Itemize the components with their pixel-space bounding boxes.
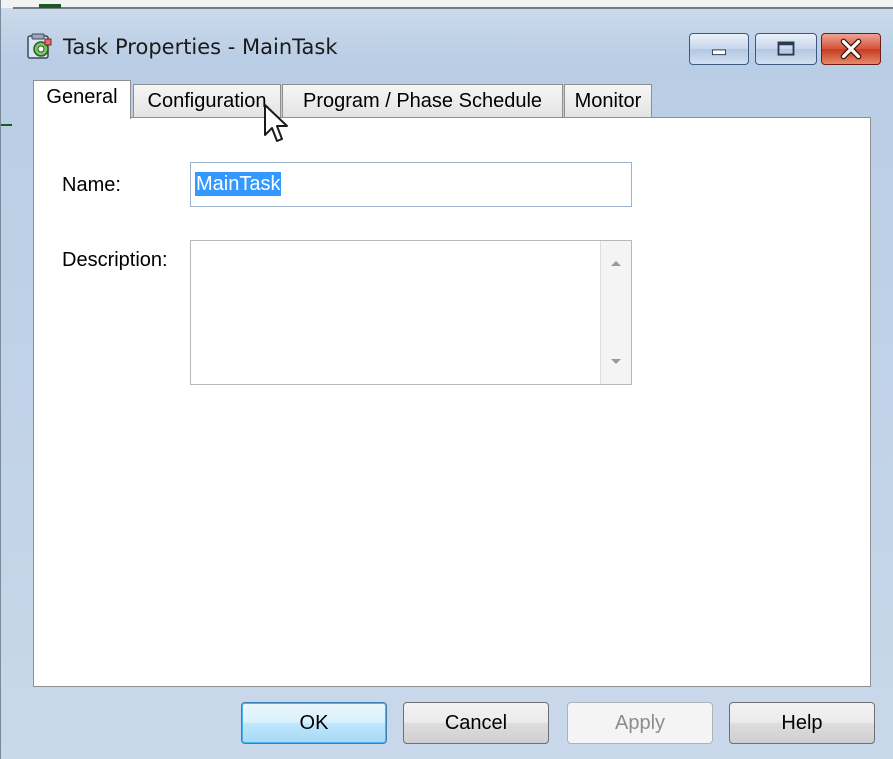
- help-button[interactable]: Help: [729, 702, 875, 744]
- ok-button[interactable]: OK: [241, 702, 387, 744]
- dialog-window: Task Properties - MainTask General Confi…: [0, 0, 893, 759]
- cancel-button[interactable]: Cancel: [403, 702, 549, 744]
- name-field-value: MainTask: [195, 172, 282, 196]
- scroll-down-arrow-icon[interactable]: [601, 352, 631, 372]
- maximize-button[interactable]: [755, 33, 817, 65]
- minimize-icon: [711, 49, 727, 56]
- title-bar[interactable]: Task Properties - MainTask: [1, 9, 893, 71]
- scroll-up-arrow-icon[interactable]: [601, 253, 631, 273]
- general-tab-page: Name: MainTask Description:: [33, 117, 871, 687]
- maximize-icon: [777, 41, 795, 56]
- name-field[interactable]: MainTask: [190, 162, 632, 207]
- window-title: Task Properties - MainTask: [63, 35, 338, 59]
- description-label: Description:: [62, 249, 168, 271]
- task-properties-icon: [27, 33, 52, 59]
- close-icon: [840, 38, 862, 60]
- tab-general[interactable]: General: [33, 80, 131, 119]
- tab-configuration[interactable]: Configuration: [133, 84, 281, 118]
- minimize-button[interactable]: [689, 33, 749, 65]
- tab-program-phase-schedule[interactable]: Program / Phase Schedule: [282, 84, 563, 118]
- description-scrollbar[interactable]: [600, 241, 631, 384]
- description-field[interactable]: [190, 240, 632, 385]
- apply-button[interactable]: Apply: [567, 702, 713, 744]
- close-button[interactable]: [821, 33, 881, 65]
- background-marker: [1, 124, 12, 126]
- background-marker: [39, 4, 61, 8]
- tab-monitor[interactable]: Monitor: [564, 84, 652, 118]
- mouse-pointer-icon: [264, 104, 288, 142]
- name-label: Name:: [62, 174, 121, 196]
